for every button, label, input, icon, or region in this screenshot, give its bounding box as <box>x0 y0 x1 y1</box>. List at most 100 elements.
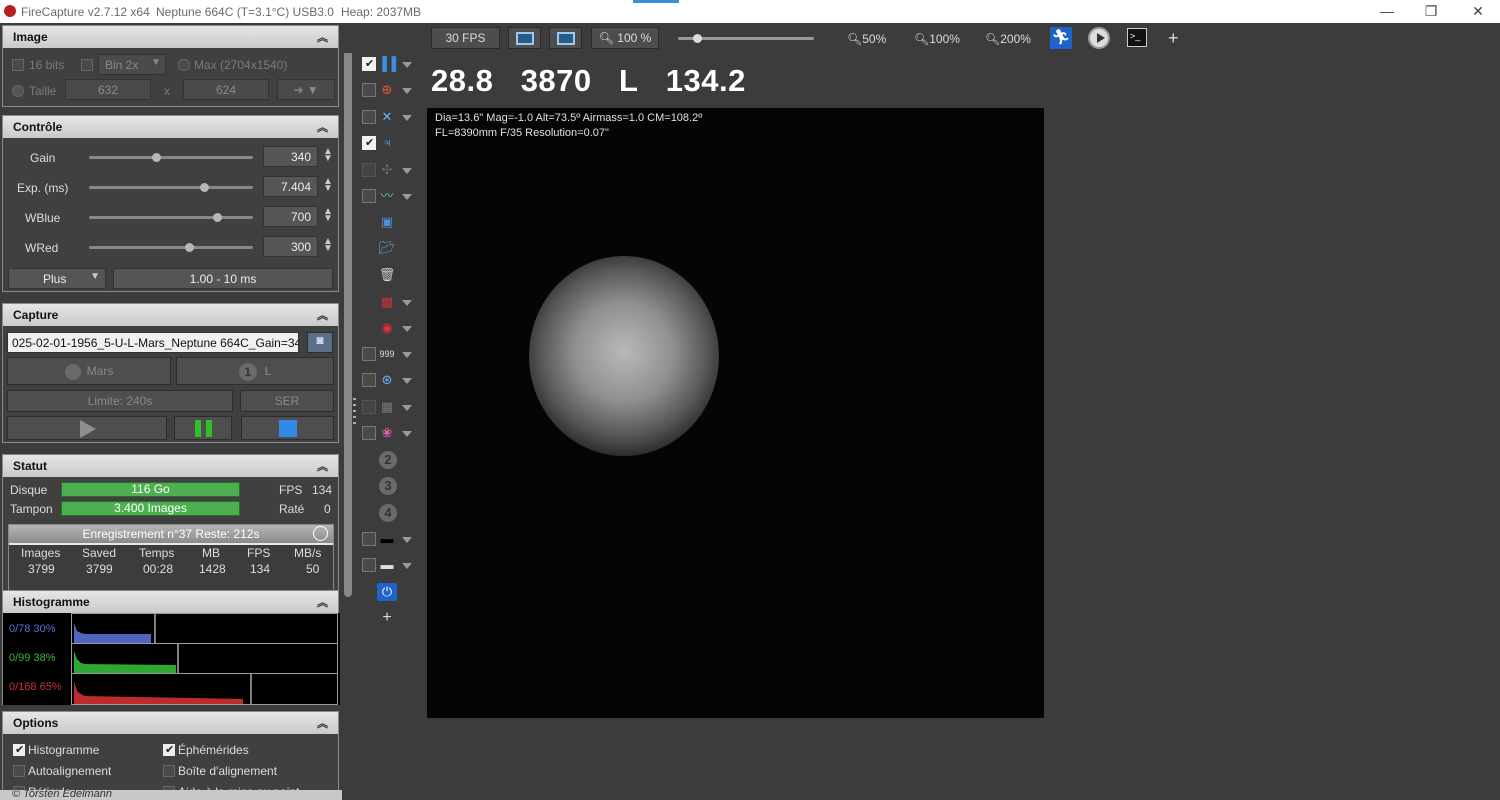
capture-section-header[interactable]: Capture ︽ <box>3 304 338 326</box>
collapse-icon[interactable]: ︽ <box>317 307 328 323</box>
wred-input[interactable]: 300 <box>263 236 318 257</box>
exposure-spinner-icon[interactable]: ▲ ▼ <box>323 177 333 194</box>
zoom-button[interactable]: 🔍︎ 100 % <box>591 27 659 49</box>
profile-2-button[interactable]: 2 <box>379 451 397 469</box>
add-tool-button[interactable]: + <box>1168 28 1179 49</box>
zoom-slider-knob[interactable] <box>693 34 702 43</box>
filename-field[interactable]: 025-02-01-1956_5-U-L-Mars_Neptune 664C_G… <box>7 332 299 353</box>
chevron-down-icon[interactable] <box>402 378 412 384</box>
profile-3-button[interactable]: 3 <box>379 477 397 495</box>
start-capture-button[interactable] <box>7 416 167 440</box>
gain-spinner-icon[interactable]: ▲ ▼ <box>323 147 333 164</box>
collapse-icon[interactable]: ︽ <box>317 29 328 45</box>
white-checkbox[interactable] <box>362 558 376 572</box>
globe-icon[interactable]: ⊕ <box>377 81 397 99</box>
grid-checkbox[interactable] <box>362 400 376 414</box>
exposure-range-button[interactable]: 1.00 - 10 ms <box>113 268 333 289</box>
autoalign-checkbox[interactable] <box>13 765 25 777</box>
wblue-slider[interactable] <box>89 213 253 222</box>
crosshair-checkbox[interactable] <box>362 110 376 124</box>
exposure-slider[interactable] <box>89 183 253 192</box>
counter-checkbox[interactable] <box>362 347 376 361</box>
histogram-checkbox[interactable] <box>13 743 25 756</box>
maximize-button[interactable]: ❐ <box>1416 2 1446 20</box>
book-icon[interactable]: ▣ <box>377 213 397 231</box>
jupiter-symbol-icon[interactable]: ♃ <box>377 134 397 152</box>
left-panel-scrollbar-thumb[interactable] <box>344 27 352 597</box>
white-rect-icon[interactable]: ▬ <box>377 556 397 574</box>
record-play-icon[interactable] <box>1088 27 1110 49</box>
rgb-circles-icon[interactable]: ❀ <box>377 424 397 442</box>
16bits-checkbox[interactable] <box>12 59 24 71</box>
collapse-icon[interactable]: ︽ <box>317 715 328 731</box>
status-section-header[interactable]: Statut ︽ <box>3 455 338 477</box>
image-viewer[interactable]: Dia=13.6" Mag=-1.0 Alt=73.5º Airmass=1.0… <box>427 108 1044 718</box>
width-field[interactable]: 632 <box>65 79 151 100</box>
wred-slider[interactable] <box>89 243 253 252</box>
chevron-down-icon[interactable] <box>402 62 412 68</box>
planet-overlay-checkbox[interactable] <box>362 83 376 97</box>
record-icon[interactable]: ◉ <box>377 319 397 337</box>
height-field[interactable]: 624 <box>183 79 269 100</box>
chevron-down-icon[interactable] <box>402 326 412 332</box>
chevron-down-icon[interactable] <box>402 194 412 200</box>
collapse-icon[interactable]: ︽ <box>317 594 328 610</box>
camera-snapshot-button[interactable]: ◙ <box>307 332 333 353</box>
chevron-down-icon[interactable] <box>402 431 412 437</box>
run-icon[interactable]: 🏃︎ <box>1050 27 1072 49</box>
focus-checkbox[interactable] <box>362 163 376 177</box>
terminal-icon[interactable]: >_ <box>1127 28 1147 47</box>
gain-slider[interactable] <box>89 153 253 162</box>
histogram-section-header[interactable]: Histogramme ︽ <box>3 591 338 613</box>
chevron-down-icon[interactable] <box>402 300 412 306</box>
chevron-down-icon[interactable] <box>402 88 412 94</box>
wred-spinner-icon[interactable]: ▲ ▼ <box>323 237 333 254</box>
black-checkbox[interactable] <box>362 532 376 546</box>
crosshair-icon[interactable]: ✕ <box>377 108 397 126</box>
zoom-200-button[interactable]: 🔍︎200% <box>985 32 1031 46</box>
alignment-box-checkbox[interactable] <box>163 765 175 777</box>
close-button[interactable]: ✕ <box>1463 2 1493 20</box>
waveform-icon[interactable]: 〰 <box>377 187 397 205</box>
object-mars-button[interactable]: Mars <box>7 357 171 385</box>
add-button[interactable]: + <box>377 609 397 627</box>
stop-capture-button[interactable] <box>241 416 334 440</box>
power-icon[interactable]: ⏻ <box>377 583 397 601</box>
limit-button[interactable]: Limite: 240s <box>7 390 233 412</box>
target-icon[interactable]: ⊛ <box>377 371 397 389</box>
options-section-header[interactable]: Options ︽ <box>3 712 338 734</box>
trash-icon[interactable]: 🗑︎ <box>377 266 397 284</box>
collapse-icon[interactable]: ︽ <box>317 458 328 474</box>
filter-button[interactable]: 1L <box>176 357 334 385</box>
chevron-down-icon[interactable] <box>402 352 412 358</box>
profile-4-button[interactable]: 4 <box>379 504 397 522</box>
target-checkbox[interactable] <box>362 373 376 387</box>
wred-slider-knob[interactable] <box>185 243 195 252</box>
exposure-slider-knob[interactable] <box>199 183 209 192</box>
size-radio[interactable] <box>12 85 24 97</box>
control-section-header[interactable]: Contrôle ︽ <box>3 116 338 138</box>
max-radio[interactable] <box>178 59 190 71</box>
ephemerides-checkbox[interactable] <box>163 743 175 756</box>
monitor-wave-checkbox[interactable] <box>362 189 376 203</box>
exposure-input[interactable]: 7.404 <box>263 176 318 197</box>
bin-select[interactable]: Bin 2x ▼ <box>98 54 166 75</box>
fullscreen-button[interactable] <box>549 27 582 49</box>
pause-capture-button[interactable] <box>174 416 232 440</box>
collapse-icon[interactable]: ︽ <box>317 119 328 135</box>
fps-limit-button[interactable]: 30 FPS <box>431 27 500 49</box>
chevron-down-icon[interactable] <box>402 537 412 543</box>
black-rect-icon[interactable]: ▬ <box>377 530 397 548</box>
gain-input[interactable]: 340 <box>263 146 318 167</box>
rgb-checkbox[interactable] <box>362 426 376 440</box>
zoom-50-button[interactable]: 🔍︎50% <box>847 32 886 46</box>
bar-chart-icon[interactable]: ▐▐ <box>377 55 397 73</box>
zoom-slider[interactable] <box>678 34 814 43</box>
format-button[interactable]: SER <box>240 390 334 412</box>
wblue-input[interactable]: 700 <box>263 206 318 227</box>
screen-fit-button[interactable] <box>508 27 541 49</box>
chevron-down-icon[interactable] <box>402 563 412 569</box>
histogram-overlay-checkbox[interactable] <box>362 57 376 71</box>
folder-icon[interactable]: 📂︎ <box>377 239 397 257</box>
minimize-button[interactable]: — <box>1372 2 1402 20</box>
